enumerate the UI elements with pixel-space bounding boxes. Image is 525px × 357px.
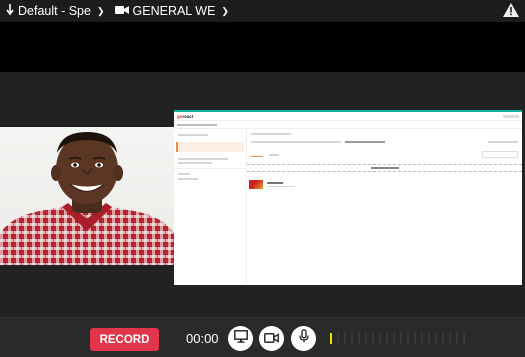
chevron-down-icon: ❯ — [221, 5, 229, 16]
meter-segment — [414, 333, 416, 344]
app-content — [247, 129, 522, 285]
audio-level-meter — [330, 333, 465, 344]
meter-segment — [456, 333, 458, 344]
meter-segment — [449, 333, 451, 344]
meter-segment — [330, 333, 332, 344]
meter-segment — [393, 333, 395, 344]
record-button[interactable]: RECORD — [90, 328, 159, 351]
monitor-icon — [233, 329, 248, 348]
meter-segment — [351, 333, 353, 344]
camera-device-label: GENERAL WE — [132, 4, 216, 18]
meter-segment — [428, 333, 430, 344]
app-logo: goreact — [177, 113, 194, 119]
mic-icon — [6, 3, 14, 19]
webcam-preview — [0, 127, 174, 265]
recorder-controls: RECORD 00:00 — [0, 317, 525, 357]
recording-timer: 00:00 — [186, 331, 219, 346]
app-breadcrumb — [174, 121, 522, 129]
video-camera-icon — [114, 4, 129, 18]
audio-device-label: Default - Spe — [18, 4, 91, 18]
meter-segment — [358, 333, 360, 344]
meter-segment — [344, 333, 346, 344]
camera-toggle[interactable] — [259, 326, 284, 351]
camera-device-select[interactable]: GENERAL WE ❯ — [114, 4, 229, 18]
person-illustration — [0, 132, 174, 265]
preview-letterbox — [0, 22, 525, 72]
app-sidebar — [174, 129, 247, 285]
screen-share-toggle[interactable] — [228, 326, 253, 351]
microphone-icon — [298, 329, 309, 348]
meter-segment — [337, 333, 339, 344]
app-header: goreact — [174, 112, 522, 121]
meter-segment — [400, 333, 402, 344]
chevron-down-icon: ❯ — [96, 5, 105, 16]
meter-segment — [379, 333, 381, 344]
recording-stage: goreact — [0, 72, 525, 317]
meter-segment — [407, 333, 409, 344]
meter-segment — [386, 333, 388, 344]
meter-segment — [372, 333, 374, 344]
device-toolbar: Default - Spe ❯ GENERAL WE ❯ — [0, 0, 525, 22]
audio-device-select[interactable]: Default - Spe ❯ — [6, 3, 105, 19]
microphone-toggle[interactable] — [291, 326, 316, 351]
screen-share-preview: goreact — [174, 110, 522, 285]
meter-segment — [463, 333, 465, 344]
meter-segment — [435, 333, 437, 344]
meter-segment — [442, 333, 444, 344]
video-camera-icon — [264, 330, 279, 348]
meter-segment — [421, 333, 423, 344]
meter-segment — [365, 333, 367, 344]
warning-icon[interactable] — [503, 3, 519, 20]
